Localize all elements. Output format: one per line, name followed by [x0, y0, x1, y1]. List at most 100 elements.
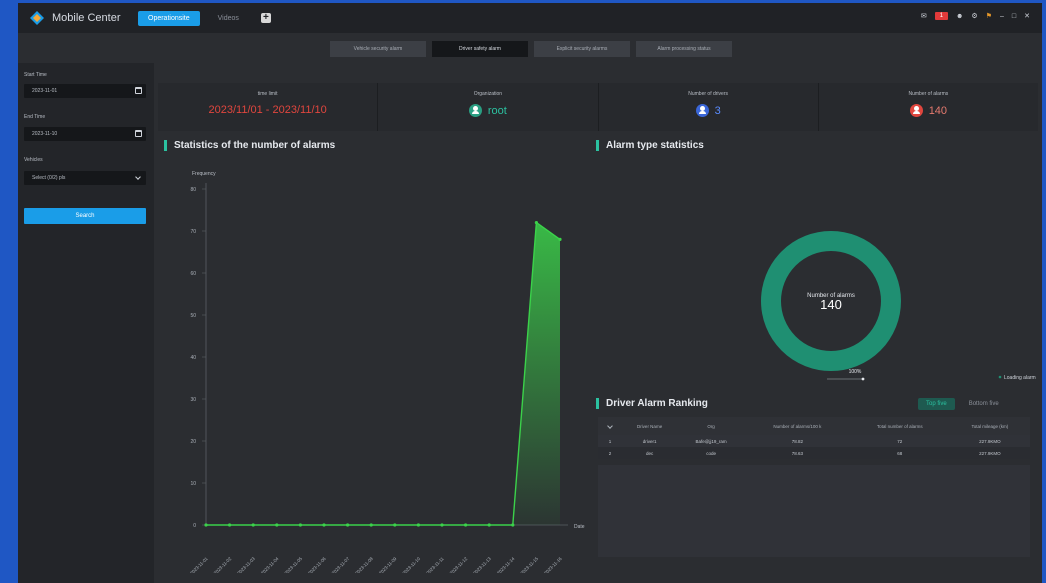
alarm-type-donut: Number of alarms140100%Loading alarm — [761, 231, 1036, 381]
bottom-five-button[interactable]: Bottom five — [961, 398, 1007, 410]
nav-videos[interactable]: Videos — [218, 15, 239, 22]
x-tick-label: 2023-11-16 — [543, 556, 563, 573]
table-cell: 1 — [598, 435, 622, 447]
system-tray: ✉ 1 ☻ ⚙ ⚑ – □ ✕ — [921, 12, 1030, 20]
type-title: Alarm type statistics — [596, 140, 704, 151]
table-header[interactable]: Driver Name — [622, 417, 678, 435]
y-tick-label: 0 — [193, 523, 196, 529]
add-tab-icon[interactable]: + — [260, 13, 271, 23]
calendar-icon[interactable] — [135, 87, 142, 94]
x-tick-label: 2023-11-11 — [425, 556, 445, 573]
calendar-icon[interactable] — [135, 130, 142, 137]
x-tick-label: 2023-11-04 — [260, 556, 280, 573]
data-point — [298, 523, 302, 527]
donut-center-value: 140 — [820, 297, 842, 312]
y-axis-label: Frequency — [192, 171, 216, 177]
ranking-title: Driver Alarm Ranking — [596, 398, 708, 409]
tab-driver-safety[interactable]: Driver safety alarm — [432, 41, 528, 57]
tab-vehicle-security[interactable]: Vehicle security alarm — [330, 41, 426, 57]
time-limit-label: time limit — [257, 91, 278, 97]
data-point — [322, 523, 326, 527]
legend-label: Loading alarm — [1004, 375, 1036, 381]
settings-icon[interactable]: ⚙ — [971, 12, 977, 20]
table-cell: Bafe@jj19_ram — [677, 435, 745, 447]
organization-icon — [468, 104, 482, 117]
data-point — [416, 523, 420, 527]
vehicles-select[interactable]: Select (0/2) pls — [24, 171, 146, 185]
logo-icon — [30, 11, 44, 25]
chevron-down-icon — [135, 174, 141, 180]
x-tick-label: 2023-11-02 — [213, 556, 233, 573]
table-cell: dec — [622, 447, 678, 459]
series-area — [206, 222, 560, 525]
app-title: Mobile Center — [52, 12, 121, 24]
data-point — [228, 523, 232, 527]
x-tick-label: 2023-11-03 — [236, 556, 256, 573]
table-header[interactable]: Org — [677, 417, 745, 435]
logo: Mobile Center — [28, 9, 128, 27]
nav-operationsite[interactable]: Operationsite — [138, 10, 200, 26]
minimize-icon[interactable]: – — [1000, 13, 1004, 20]
app-window: Mobile Center Operationsite Videos + ✉ 1… — [18, 3, 1042, 583]
data-point — [204, 523, 208, 527]
table-row[interactable]: 1 driver1 Bafe@jj19_ram 78.82 72 227.9KM… — [598, 435, 1030, 447]
table-header[interactable]: Number of alarms/100 k — [745, 417, 850, 435]
tab-alarm-processing[interactable]: Alarm processing status — [636, 41, 732, 57]
table-header[interactable]: Total mileage (km) — [949, 417, 1030, 435]
data-point — [275, 523, 279, 527]
table-header[interactable]: Total number of alarms — [849, 417, 950, 435]
x-tick-label: 2023-11-08 — [354, 556, 374, 573]
y-tick-label: 40 — [190, 355, 196, 361]
x-tick-label: 2023-11-09 — [378, 556, 398, 573]
alarms-card: Number of alarms 140 — [818, 83, 1038, 131]
start-time-input[interactable]: 2023-11-01 — [24, 84, 146, 98]
data-point — [534, 221, 538, 225]
user-icon[interactable]: ☻ — [956, 13, 963, 20]
data-point — [487, 523, 491, 527]
vehicles-label: Vehicles — [24, 157, 43, 163]
data-point — [346, 523, 350, 527]
x-tick-label: 2023-11-12 — [449, 556, 469, 573]
x-tick-label: 2023-11-05 — [284, 556, 304, 573]
x-tick-label: 2023-11-07 — [331, 556, 351, 573]
time-limit-card: time limit 2023/11/01 - 2023/11/10 — [158, 83, 379, 131]
end-time-input[interactable]: 2023-11-10 — [24, 127, 146, 141]
end-time-value: 2023-11-10 — [32, 131, 58, 137]
driver-icon — [695, 104, 709, 117]
table-row[interactable]: 2 dec code 78.63 68 227.9KMO — [598, 447, 1030, 459]
data-point — [464, 523, 468, 527]
time-limit-value: 2023/11/01 - 2023/11/10 — [208, 104, 327, 116]
data-point — [393, 523, 397, 527]
table-cell: 78.82 — [745, 435, 850, 447]
search-button[interactable]: Search — [24, 208, 146, 224]
top-bar: Mobile Center Operationsite Videos + ✉ 1… — [18, 3, 1042, 33]
table-header-sort[interactable] — [598, 417, 622, 435]
y-tick-label: 30 — [190, 397, 196, 403]
drivers-value: 3 — [714, 104, 721, 117]
x-tick-label: 2023-11-15 — [520, 556, 540, 573]
start-time-label: Start Time — [24, 72, 47, 78]
alarms-label: Number of alarms — [908, 91, 949, 97]
top-five-button[interactable]: Top five — [918, 398, 955, 410]
data-point — [440, 523, 444, 527]
alarms-value: 140 — [928, 104, 948, 117]
data-point — [558, 237, 562, 241]
data-point — [251, 523, 255, 527]
series-line — [206, 221, 561, 526]
x-tick-label: 2023-11-01 — [189, 556, 209, 573]
close-icon[interactable]: ✕ — [1024, 12, 1030, 20]
summary-cards: time limit 2023/11/01 - 2023/11/10 Organ… — [158, 83, 1038, 131]
message-icon[interactable]: ✉ — [921, 12, 927, 20]
sort-icon[interactable] — [607, 422, 613, 429]
x-axis-label: Date — [574, 524, 585, 530]
legend-marker — [998, 375, 1002, 379]
tab-explicit-security[interactable]: Explicit security alarms — [534, 41, 630, 57]
alert-badge[interactable]: 1 — [934, 12, 949, 20]
maximize-icon[interactable]: □ — [1012, 13, 1016, 20]
vehicles-value: Select (0/2) pls — [32, 175, 66, 181]
drivers-label: Number of drivers — [688, 91, 728, 97]
table-cell: 68 — [849, 447, 950, 459]
x-tick-label: 2023-11-14 — [496, 556, 516, 573]
y-tick-label: 80 — [190, 187, 196, 193]
language-icon[interactable]: ⚑ — [986, 12, 992, 20]
